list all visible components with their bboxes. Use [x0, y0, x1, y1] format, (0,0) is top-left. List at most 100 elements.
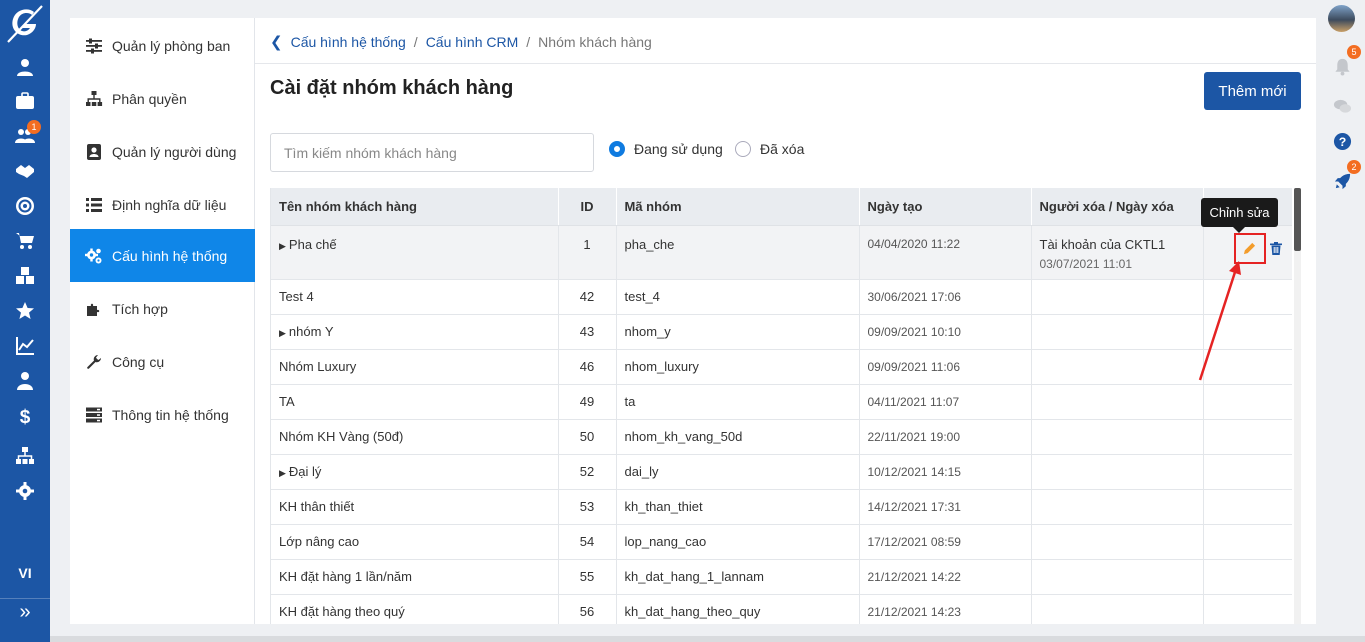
- header-deleted[interactable]: Người xóa / Ngày xóa: [1031, 188, 1204, 226]
- table-row[interactable]: KH đặt hàng theo quý 56 kh_dat_hang_theo_q…: [271, 594, 1292, 624]
- menu-item-data-definition[interactable]: Định nghĩa dữ liệu: [70, 178, 255, 231]
- search-input[interactable]: [270, 133, 594, 172]
- sitemap-icon[interactable]: [13, 444, 37, 468]
- back-chevron-icon[interactable]: ❮: [270, 33, 283, 51]
- delete-button[interactable]: [1269, 242, 1282, 258]
- expand-sidebar-button[interactable]: »: [0, 598, 50, 628]
- group-name: KH đặt hàng 1 lần/năm: [279, 569, 412, 584]
- page-scrollbar: [50, 636, 1365, 642]
- add-new-button[interactable]: Thêm mới: [1204, 72, 1301, 110]
- cell-code: kh_than_thiet: [616, 489, 860, 525]
- cell-actions: [1203, 524, 1292, 560]
- user-icon[interactable]: [13, 55, 37, 79]
- cell-group-name: Lớp nâng cao: [271, 524, 559, 560]
- menu-item-users[interactable]: Quản lý người dùng: [70, 125, 255, 178]
- notification-badge: 5: [1347, 45, 1361, 59]
- menu-item-departments[interactable]: Quản lý phòng ban: [70, 19, 255, 72]
- cell-id: 52: [558, 454, 617, 490]
- header-created[interactable]: Ngày tạo: [859, 188, 1032, 226]
- breadcrumb-system-config[interactable]: Cấu hình hệ thống: [291, 34, 406, 50]
- cogs-icon: [85, 248, 102, 263]
- app-logo[interactable]: [4, 2, 46, 44]
- gear-icon[interactable]: [13, 479, 37, 503]
- table-row[interactable]: Nhóm KH Vàng (50đ) 50 nhom_kh_vang_50d 22/1…: [271, 419, 1292, 455]
- dollar-icon[interactable]: $: [13, 404, 37, 428]
- table-row[interactable]: Lớp nâng cao 54 lop_nang_cao 17/12/2021 08:…: [271, 524, 1292, 560]
- filter-deleted-radio[interactable]: Đã xóa: [735, 141, 804, 157]
- cell-group-name: KH đặt hàng 1 lần/năm: [271, 559, 559, 595]
- table-row[interactable]: ▶ nhóm Y 43 nhom_y 09/09/2021 10:10: [271, 314, 1292, 350]
- server-icon: [86, 407, 102, 422]
- cell-deleted: [1031, 454, 1204, 490]
- expand-caret-icon[interactable]: ▶: [279, 328, 286, 338]
- group-name: Nhóm KH Vàng (50đ): [279, 429, 404, 444]
- sitemap-icon: [86, 90, 103, 106]
- edit-tooltip: Chỉnh sửa: [1201, 198, 1278, 233]
- menu-item-system-config[interactable]: Cấu hình hệ thống: [70, 229, 255, 282]
- table-row[interactable]: ▶ Đại lý 52 dai_ly 10/12/2021 14:15: [271, 454, 1292, 490]
- table-row[interactable]: Test 4 42 test_4 30/06/2021 17:06: [271, 279, 1292, 315]
- cell-actions: [1203, 454, 1292, 490]
- cell-group-name: Nhóm KH Vàng (50đ): [271, 419, 559, 455]
- expand-caret-icon[interactable]: ▶: [279, 468, 286, 478]
- scrollbar-thumb[interactable]: [1294, 188, 1301, 251]
- breadcrumb-crm-config[interactable]: Cấu hình CRM: [426, 34, 519, 50]
- svg-text:$: $: [20, 407, 31, 426]
- expand-caret-icon[interactable]: ▶: [279, 241, 286, 251]
- language-switch[interactable]: VI: [0, 565, 50, 581]
- app-rail: 1 $ VI »: [0, 0, 50, 642]
- menu-item-permissions[interactable]: Phân quyền: [70, 72, 255, 125]
- cart-icon[interactable]: [13, 229, 37, 253]
- cell-deleted: Tài khoản của CKTL1 03/07/2021 11:01: [1031, 225, 1204, 280]
- cell-actions: [1203, 489, 1292, 525]
- settings-menu: Quản lý phòng ban Phân quyền Quản lý ngư…: [70, 18, 255, 624]
- filter-active-label: Đang sử dụng: [634, 141, 723, 157]
- table-row[interactable]: KH đặt hàng 1 lần/năm 55 kh_dat_hang_1_lan…: [271, 559, 1292, 595]
- breadcrumb-separator: /: [526, 34, 531, 50]
- cell-id: 42: [558, 279, 617, 315]
- menu-item-label: Thông tin hệ thống: [112, 406, 229, 423]
- table-row[interactable]: ▶ Pha chế 1 pha_che 04/04/2020 11:22 Tài khoả…: [271, 225, 1292, 280]
- group-name: Nhóm Luxury: [279, 359, 357, 374]
- table-row[interactable]: TA 49 ta 04/11/2021 11:07: [271, 384, 1292, 420]
- group-name: KH đặt hàng theo quý: [279, 604, 405, 619]
- contacts-icon[interactable]: [13, 369, 37, 393]
- target-icon[interactable]: [13, 194, 37, 218]
- star-icon[interactable]: [13, 299, 37, 323]
- cell-id: 46: [558, 349, 617, 385]
- rocket-badge: 2: [1347, 160, 1361, 174]
- page-title: Cài đặt nhóm khách hàng: [270, 77, 514, 99]
- filter-active-radio[interactable]: Đang sử dụng: [609, 141, 723, 157]
- table-scrollbar[interactable]: [1294, 188, 1301, 624]
- help-icon[interactable]: ?: [1331, 130, 1353, 152]
- users-icon[interactable]: 1: [13, 120, 41, 148]
- cell-group-name: TA: [271, 384, 559, 420]
- menu-item-system-info[interactable]: Thông tin hệ thống: [70, 388, 255, 441]
- right-rail: 5 ? 2: [1325, 0, 1365, 642]
- cell-group-name: KH đặt hàng theo quý: [271, 594, 559, 624]
- menu-item-tools[interactable]: Công cụ: [70, 335, 255, 388]
- cubes-icon[interactable]: [13, 264, 37, 288]
- table-row[interactable]: KH thân thiết 53 kh_than_thiet 14/12/2021 1…: [271, 489, 1292, 525]
- header-id[interactable]: ID: [558, 188, 617, 226]
- avatar[interactable]: [1328, 5, 1355, 32]
- cell-created: 04/11/2021 11:07: [859, 384, 1032, 420]
- handshake-icon[interactable]: [13, 159, 37, 183]
- cell-created: 30/06/2021 17:06: [859, 279, 1032, 315]
- header-code[interactable]: Mã nhóm: [616, 188, 860, 226]
- menu-item-integration[interactable]: Tích hợp: [70, 282, 255, 335]
- cell-actions: [1203, 559, 1292, 595]
- chat-icon[interactable]: [1331, 95, 1353, 117]
- header-divider: [255, 63, 1316, 64]
- cell-group-name: KH thân thiết: [271, 489, 559, 525]
- group-name: Pha chế: [288, 236, 337, 252]
- briefcase-icon[interactable]: [13, 89, 37, 113]
- cell-id: 54: [558, 524, 617, 560]
- table-row[interactable]: Nhóm Luxury 46 nhom_luxury 09/09/2021 11:06: [271, 349, 1292, 385]
- header-group-name[interactable]: Tên nhóm khách hàng: [271, 188, 559, 226]
- deleted-by: Tài khoản của CKTL1: [1039, 236, 1166, 252]
- chart-line-icon[interactable]: [13, 334, 37, 358]
- cell-created: 21/12/2021 14:22: [859, 559, 1032, 595]
- rocket-icon[interactable]: 2: [1331, 160, 1361, 192]
- bell-icon[interactable]: 5: [1331, 45, 1361, 77]
